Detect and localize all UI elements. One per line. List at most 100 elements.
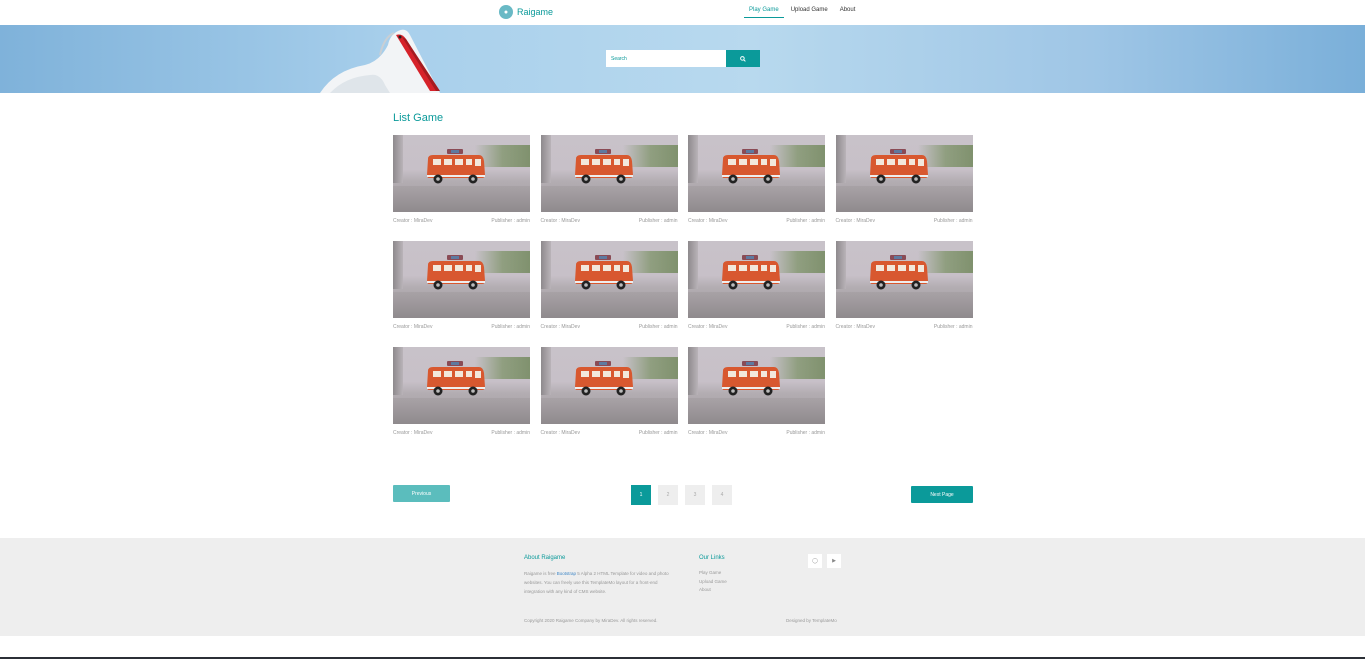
game-card[interactable]: Creator : MiraDev Publisher : admin [688, 135, 825, 241]
previous-button[interactable]: Previous [393, 485, 450, 502]
hero-banner: Search [0, 25, 1365, 93]
nav-upload-game[interactable]: Upload Game [786, 7, 833, 18]
footer-links-title: Our Links [699, 555, 725, 561]
game-thumbnail[interactable] [393, 347, 530, 424]
footer-about-text: Raigame is free Bootstrap 5 Alpha 2 HTML… [524, 569, 669, 596]
card-creator: Creator : MiraDev [540, 218, 580, 224]
search-button[interactable] [726, 50, 760, 67]
game-thumbnail[interactable] [835, 241, 973, 318]
game-card[interactable]: Creator : MiraDev Publisher : admin [393, 241, 530, 347]
pagination: 1 2 3 4 [631, 485, 732, 505]
footer-link-about[interactable]: About [699, 586, 727, 595]
footer-link-upload-game[interactable]: Upload Game [699, 578, 727, 587]
card-creator: Creator : MiraDev [393, 430, 433, 436]
list-title: List Game [393, 112, 444, 124]
card-meta: Creator : MiraDev Publisher : admin [393, 218, 530, 224]
card-publisher: Publisher : admin [638, 430, 678, 436]
game-card[interactable]: Creator : MiraDev Publisher : admin [835, 135, 973, 241]
footer-links: Play Game Upload Game About [699, 569, 727, 595]
card-meta: Creator : MiraDev Publisher : admin [836, 324, 973, 330]
game-thumbnail[interactable] [393, 241, 530, 318]
game-grid: Creator : MiraDev Publisher : admin Crea… [393, 135, 973, 453]
van-image [427, 149, 485, 184]
main-nav: Play Game Upload Game About [744, 7, 862, 18]
brand-name: Raigame [517, 7, 554, 17]
card-creator: Creator : MiraDev [393, 218, 433, 224]
pelican-image [320, 29, 440, 93]
top-navbar: ● Raigame Play Game Upload Game About [0, 0, 1365, 25]
about-text-before: Raigame is free [524, 571, 557, 576]
page-2[interactable]: 2 [658, 485, 678, 505]
card-publisher: Publisher : admin [638, 218, 678, 224]
search-placeholder: Search [611, 55, 627, 62]
game-thumbnail[interactable] [688, 241, 825, 318]
footer-copyright: Copyright 2020 Raigame Company by MiraDe… [524, 618, 658, 623]
card-publisher: Publisher : admin [786, 430, 825, 436]
card-creator: Creator : MiraDev [835, 324, 875, 330]
game-thumbnail[interactable] [688, 135, 825, 212]
card-meta: Creator : MiraDev Publisher : admin [836, 218, 973, 224]
van-image [574, 255, 633, 290]
footer-designed-by[interactable]: Designed by TemplateMo [786, 618, 837, 623]
card-meta: Creator : MiraDev Publisher : admin [688, 430, 825, 436]
card-meta: Creator : MiraDev Publisher : admin [541, 324, 678, 330]
instagram-icon[interactable]: ◯ [808, 554, 822, 568]
search-input[interactable]: Search [606, 50, 726, 67]
card-creator: Creator : MiraDev [688, 324, 728, 330]
brand-logo-icon: ● [499, 5, 513, 19]
game-card[interactable]: Creator : MiraDev Publisher : admin [393, 135, 530, 241]
game-thumbnail[interactable] [835, 135, 973, 212]
game-thumbnail[interactable] [540, 347, 678, 424]
van-image [574, 149, 633, 184]
card-publisher: Publisher : admin [933, 324, 973, 330]
van-image [869, 149, 928, 184]
footer: About Raigame Raigame is free Bootstrap … [0, 538, 1365, 636]
card-publisher: Publisher : admin [638, 324, 678, 330]
card-creator: Creator : MiraDev [688, 430, 728, 436]
youtube-icon[interactable]: ▶ [827, 554, 841, 568]
card-creator: Creator : MiraDev [835, 218, 875, 224]
card-meta: Creator : MiraDev Publisher : admin [688, 218, 825, 224]
card-creator: Creator : MiraDev [393, 324, 433, 330]
game-card[interactable]: Creator : MiraDev Publisher : admin [688, 241, 825, 347]
van-image [869, 255, 928, 290]
card-publisher: Publisher : admin [933, 218, 973, 224]
game-card[interactable]: Creator : MiraDev Publisher : admin [688, 347, 825, 453]
game-card[interactable]: Creator : MiraDev Publisher : admin [540, 241, 678, 347]
nav-play-game[interactable]: Play Game [744, 7, 784, 18]
page-1[interactable]: 1 [631, 485, 651, 505]
footer-about-title: About Raigame [524, 555, 566, 561]
game-card[interactable]: Creator : MiraDev Publisher : admin [540, 347, 678, 453]
van-image [574, 361, 633, 396]
page-3[interactable]: 3 [685, 485, 705, 505]
card-publisher: Publisher : admin [786, 218, 825, 224]
game-card[interactable]: Creator : MiraDev Publisher : admin [393, 347, 530, 453]
game-card[interactable]: Creator : MiraDev Publisher : admin [540, 135, 678, 241]
card-publisher: Publisher : admin [491, 430, 530, 436]
next-page-button[interactable]: Next Page [911, 486, 973, 503]
footer-link-play-game[interactable]: Play Game [699, 569, 727, 578]
card-creator: Creator : MiraDev [540, 430, 580, 436]
card-publisher: Publisher : admin [786, 324, 825, 330]
bootstrap-link[interactable]: Bootstrap [557, 571, 576, 576]
card-meta: Creator : MiraDev Publisher : admin [688, 324, 825, 330]
search-icon [740, 55, 746, 62]
card-meta: Creator : MiraDev Publisher : admin [541, 430, 678, 436]
nav-about[interactable]: About [835, 7, 861, 18]
page-4[interactable]: 4 [712, 485, 732, 505]
social-links: ◯ ▶ [808, 554, 841, 568]
van-image [722, 255, 780, 290]
game-thumbnail[interactable] [688, 347, 825, 424]
game-thumbnail[interactable] [393, 135, 530, 212]
van-image [427, 255, 485, 290]
card-meta: Creator : MiraDev Publisher : admin [393, 324, 530, 330]
card-meta: Creator : MiraDev Publisher : admin [393, 430, 530, 436]
card-publisher: Publisher : admin [491, 218, 530, 224]
game-thumbnail[interactable] [540, 241, 678, 318]
brand-link[interactable]: ● Raigame [499, 5, 553, 19]
game-thumbnail[interactable] [540, 135, 678, 212]
card-meta: Creator : MiraDev Publisher : admin [541, 218, 678, 224]
game-card[interactable]: Creator : MiraDev Publisher : admin [835, 241, 973, 347]
card-creator: Creator : MiraDev [688, 218, 728, 224]
card-creator: Creator : MiraDev [540, 324, 580, 330]
